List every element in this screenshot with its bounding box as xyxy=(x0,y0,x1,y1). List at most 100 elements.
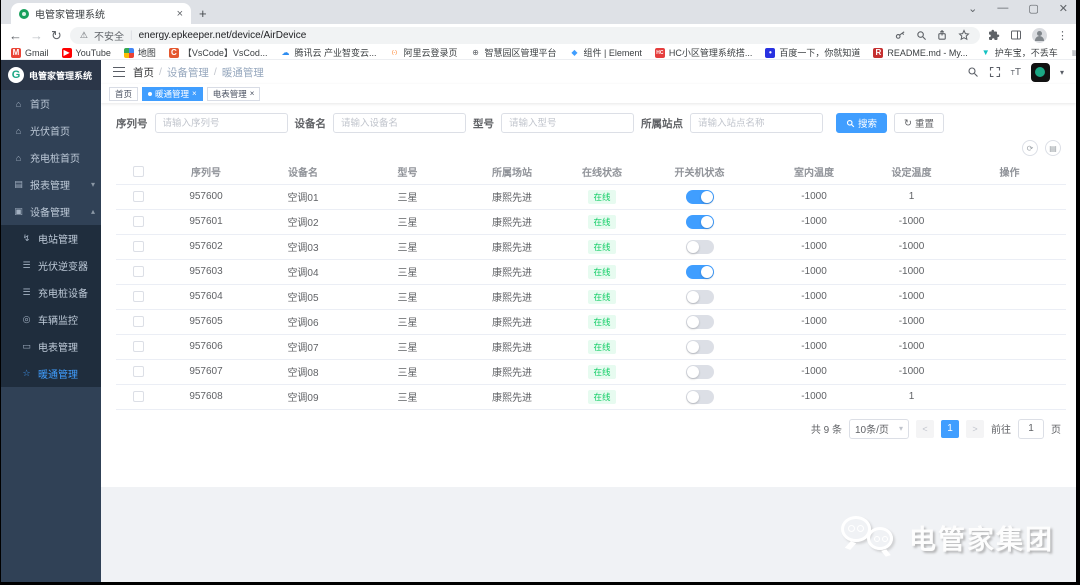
bookmark-item[interactable]: HC HC小区管理系统搭... xyxy=(654,46,752,59)
power-toggle[interactable] xyxy=(685,389,714,404)
cell-device-name: 空调09 xyxy=(252,384,354,410)
profile-avatar-icon[interactable] xyxy=(1032,27,1047,43)
sidebar-item-vehicle[interactable]: ◎ 车辆监控 xyxy=(1,306,101,333)
table-row: 957605 空调06 三星 康熙先进 在线 -1000 -1000 xyxy=(116,309,1066,335)
bookmark-item[interactable]: ▼ 护车宝，不丢车 xyxy=(981,46,1058,59)
back-button[interactable]: ← xyxy=(9,29,22,42)
view-tag[interactable]: 电表管理 × xyxy=(206,86,261,101)
tag-close-icon[interactable]: × xyxy=(192,89,197,98)
bookmark-item[interactable]: ⊕ 智慧园区管理平台 xyxy=(470,46,556,59)
sidebar-item-pv-inverter[interactable]: ☰ 光伏逆变器 xyxy=(1,252,101,279)
side-panel-icon[interactable] xyxy=(1010,29,1022,41)
station-filter[interactable] xyxy=(690,113,823,133)
security-warning-icon[interactable]: ⚠ xyxy=(80,30,88,41)
row-checkbox[interactable] xyxy=(132,290,144,302)
sidebar-item-home[interactable]: ⌂ 首页 xyxy=(1,90,101,117)
sidebar-item-meter[interactable]: ▭ 电表管理 xyxy=(1,333,101,360)
row-checkbox[interactable] xyxy=(132,240,144,252)
cell-device-name: 空调05 xyxy=(252,284,354,310)
zoom-icon[interactable] xyxy=(916,30,927,41)
power-toggle[interactable] xyxy=(685,314,714,329)
row-checkbox[interactable] xyxy=(132,340,144,352)
power-toggle[interactable] xyxy=(685,189,714,204)
page-size-select[interactable]: 10条/页 ▾ xyxy=(849,418,909,439)
cell-online-status: 在线 xyxy=(563,184,641,210)
next-page-button[interactable]: > xyxy=(966,419,984,438)
goto-page-input[interactable] xyxy=(1018,418,1044,439)
bookmark-item[interactable]: (-) 阿里云登录页 xyxy=(389,46,458,59)
home-icon: ⌂ xyxy=(15,98,22,109)
sidebar-item-charger-device[interactable]: ☰ 充电桩设备 xyxy=(1,279,101,306)
serial-filter[interactable] xyxy=(154,113,288,133)
bookmark-item[interactable]: ☁ 腾讯云 产业智变云... xyxy=(280,46,376,59)
prev-page-button[interactable]: < xyxy=(916,419,934,438)
chrome-menu-icon[interactable]: ⋮ xyxy=(1057,29,1068,42)
share-icon[interactable] xyxy=(937,29,948,41)
minimize-button[interactable]: — xyxy=(997,2,1008,15)
cell-model: 三星 xyxy=(354,184,461,210)
sidebar-item-pv-home[interactable]: ⌂ 光伏首页 xyxy=(1,117,101,144)
view-tag[interactable]: 暖通管理 × xyxy=(142,86,203,101)
sidebar-item-devices[interactable]: ▣ 设备管理 ▴ xyxy=(1,198,101,225)
bookmark-item[interactable]: C 【VsCode】VsCod... xyxy=(168,46,267,59)
power-toggle[interactable] xyxy=(685,264,714,279)
search-tabs-icon[interactable]: ⌄ xyxy=(968,2,977,15)
bookmark-item[interactable]: • 百度一下，你就知道 xyxy=(765,46,860,59)
bookmark-star-icon[interactable] xyxy=(958,29,970,41)
tag-label: 电表管理 xyxy=(212,88,247,99)
bookmark-item[interactable]: ▶ YouTube xyxy=(61,47,111,58)
fullscreen-icon[interactable] xyxy=(989,66,1001,78)
row-checkbox[interactable] xyxy=(132,390,144,402)
breadcrumb-home[interactable]: 首页 xyxy=(133,65,154,80)
row-checkbox[interactable] xyxy=(132,190,144,202)
refresh-table-icon[interactable]: ⟳ xyxy=(1022,140,1038,156)
address-bar[interactable]: ⚠ 不安全 | energy.epkeeper.net/device/AirDe… xyxy=(69,26,980,44)
bookmark-item[interactable]: ◆ 组件 | Element xyxy=(570,46,641,59)
url-text[interactable]: energy.epkeeper.net/device/AirDevice xyxy=(139,30,889,41)
browser-tab[interactable]: 电管家管理系统 × xyxy=(11,3,191,24)
user-avatar[interactable] xyxy=(1030,62,1050,82)
row-checkbox[interactable] xyxy=(132,315,144,327)
power-toggle[interactable] xyxy=(685,214,714,229)
bookmark-item[interactable]: R README.md - My... xyxy=(873,47,968,58)
bookmark-item[interactable]: ▤CentOS7 redis 安... xyxy=(1071,46,1076,59)
power-toggle[interactable] xyxy=(685,289,714,304)
device-name-filter[interactable] xyxy=(333,113,466,133)
view-tag[interactable]: 首页 xyxy=(109,86,139,101)
search-button[interactable]: 搜索 xyxy=(836,113,888,133)
select-all-checkbox[interactable] xyxy=(132,166,144,178)
sidebar-item-reports[interactable]: ▤ 报表管理 ▾ xyxy=(1,171,101,198)
power-toggle[interactable] xyxy=(685,239,714,254)
reset-button[interactable]: ↻ 重置 xyxy=(894,113,944,133)
sidebar-item-hvac[interactable]: ☆ 暖通管理 xyxy=(1,360,101,387)
sidebar-item-charger-home[interactable]: ⌂ 充电桩首页 xyxy=(1,144,101,171)
tab-close-icon[interactable]: × xyxy=(177,8,183,20)
bookmark-item[interactable]: M Gmail xyxy=(11,47,49,58)
extensions-icon[interactable] xyxy=(988,29,1000,41)
reload-button[interactable]: ↻ xyxy=(51,29,62,42)
sidebar-item-station[interactable]: ↯ 电站管理 xyxy=(1,225,101,252)
column-settings-icon[interactable]: ▤ xyxy=(1045,140,1061,156)
breadcrumb-devices[interactable]: 设备管理 xyxy=(167,65,209,80)
collapse-sidebar-icon[interactable] xyxy=(113,67,125,77)
maximize-button[interactable]: ▢ xyxy=(1028,2,1038,15)
online-badge: 在线 xyxy=(588,239,616,254)
current-page[interactable]: 1 xyxy=(941,419,959,438)
row-checkbox[interactable] xyxy=(132,265,144,277)
font-size-icon[interactable]: TT xyxy=(1011,67,1021,78)
cell-operation xyxy=(953,359,1066,385)
power-toggle[interactable] xyxy=(685,364,714,379)
new-tab-button[interactable]: + xyxy=(199,7,207,20)
model-filter[interactable] xyxy=(501,113,634,133)
tag-close-icon[interactable]: × xyxy=(250,89,255,98)
row-checkbox[interactable] xyxy=(132,215,144,227)
power-toggle[interactable] xyxy=(685,339,714,354)
key-icon[interactable] xyxy=(895,30,906,41)
avatar-caret-icon[interactable]: ▾ xyxy=(1060,68,1064,77)
row-checkbox[interactable] xyxy=(132,365,144,377)
header-search-icon[interactable] xyxy=(967,66,979,78)
cell-model: 三星 xyxy=(354,259,461,285)
window-close-button[interactable]: ✕ xyxy=(1059,2,1068,15)
app-logo[interactable]: G 电管家管理系统 xyxy=(1,60,101,90)
bookmark-item[interactable]: 地图 xyxy=(123,46,156,59)
